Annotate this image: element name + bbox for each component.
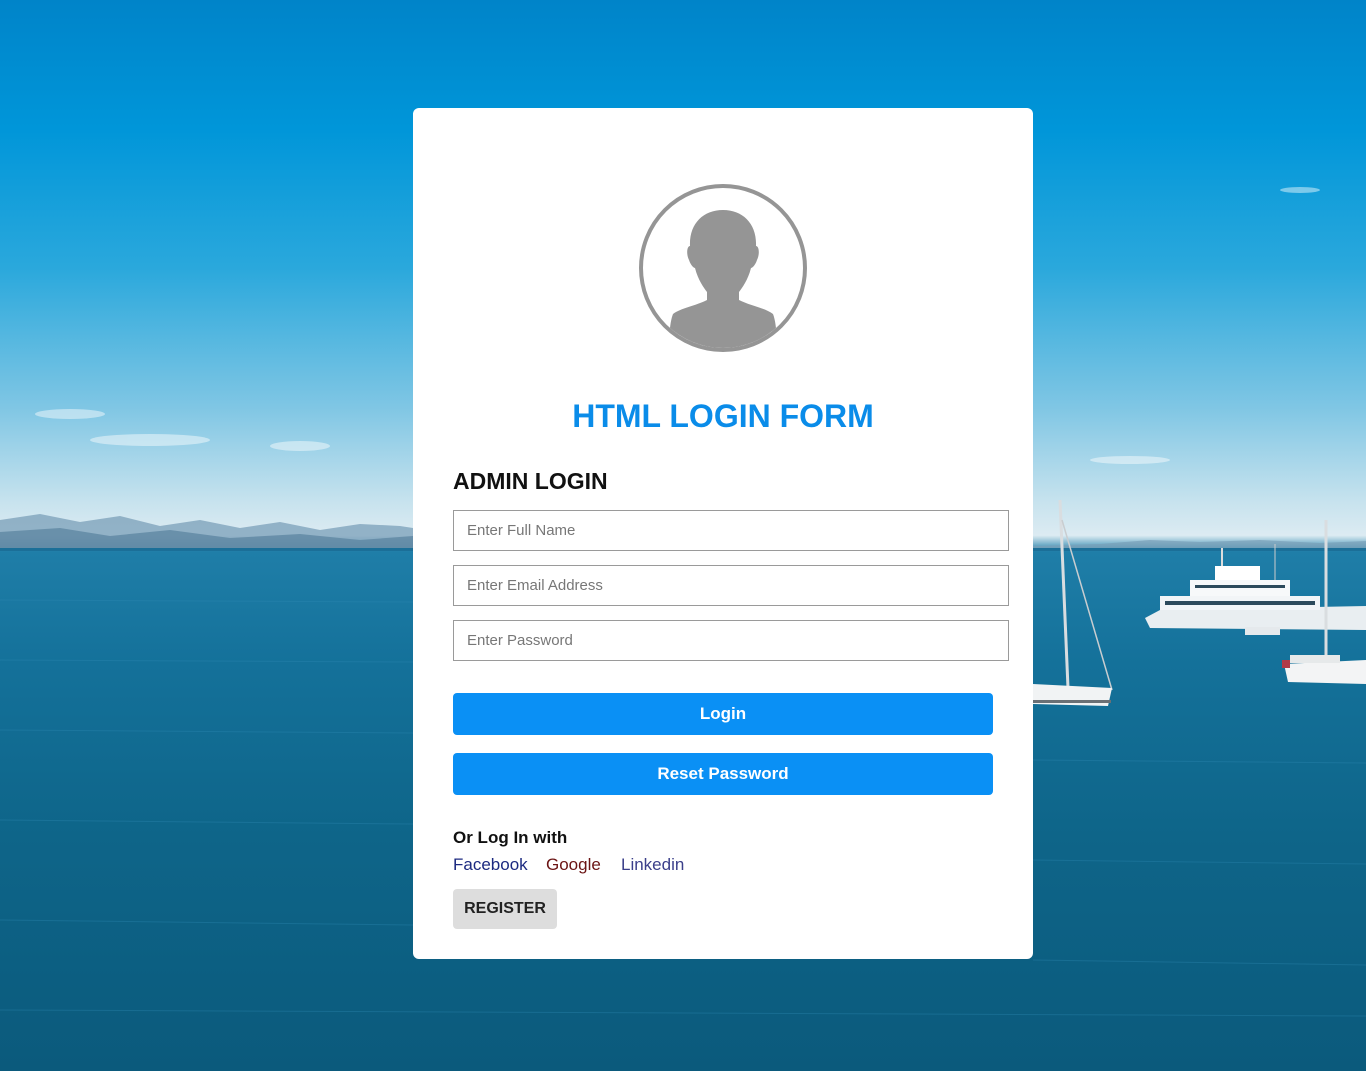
password-input[interactable] — [453, 620, 1009, 661]
email-input[interactable] — [453, 565, 1009, 606]
page-title: HTML LOGIN FORM — [572, 398, 874, 434]
form-subtitle: ADMIN LOGIN — [453, 468, 608, 494]
reset-password-button[interactable]: Reset Password — [453, 753, 993, 795]
facebook-link[interactable]: Facebook — [453, 855, 528, 875]
login-card: HTML LOGIN FORM ADMIN LOGIN Login Reset … — [413, 108, 1033, 959]
user-silhouette-icon — [639, 184, 807, 352]
full-name-input[interactable] — [453, 510, 1009, 551]
yacht-graphic — [1145, 544, 1366, 635]
google-link[interactable]: Google — [546, 855, 601, 875]
login-button[interactable]: Login — [453, 693, 993, 735]
linkedin-link[interactable]: Linkedin — [621, 855, 684, 875]
sailboat-left-graphic — [1033, 499, 1113, 706]
social-login-heading: Or Log In with — [453, 828, 568, 847]
register-button[interactable]: REGISTER — [453, 889, 557, 929]
